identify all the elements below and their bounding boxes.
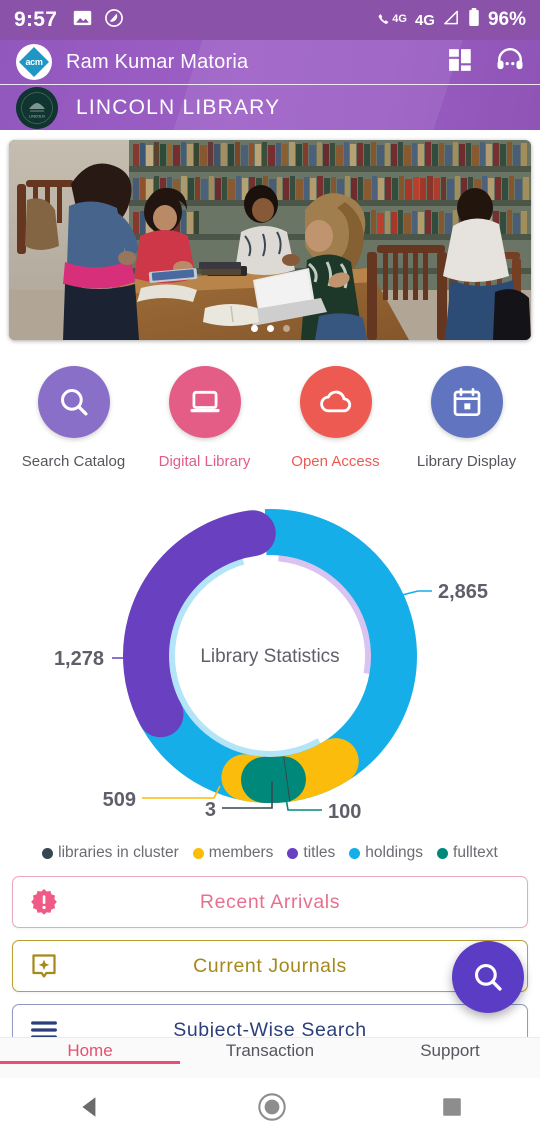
quick-action-open-access[interactable]: Open Access [270, 366, 401, 470]
battery-percent: 96% [487, 9, 526, 30]
legend-label: holdings [365, 844, 424, 861]
app-bar-actions [448, 47, 524, 78]
status-bar-system-icons: 4G 4G 96% [377, 8, 526, 32]
quick-action-label: Library Display [416, 453, 517, 470]
carousel-dot-2[interactable] [266, 325, 274, 332]
quick-action-label: Digital Library [158, 453, 251, 470]
phone-4g-icon: 4G [377, 13, 407, 28]
donut-center-label: Library Statistics [200, 646, 339, 667]
card-label: Recent Arrivals [199, 890, 341, 913]
screenshot-icon [105, 8, 124, 32]
headset-support-icon[interactable] [496, 47, 524, 78]
carousel-dots[interactable] [9, 325, 531, 332]
app-bar-user-row: acm Ram Kumar Matoria [0, 40, 540, 85]
quick-action-circle [37, 366, 110, 438]
app-screen: 9:57 4G 4G 96% acm Ram Kumar Matoria LIN… [0, 0, 540, 1140]
carousel-dot-3[interactable] [282, 325, 290, 332]
network-type: 4G [414, 11, 435, 29]
cloud-icon [319, 390, 351, 413]
leader-line-holdings [397, 590, 432, 597]
carousel-wrapper [0, 130, 540, 340]
acm-logo-icon: acm [16, 44, 52, 80]
legend-label: fulltext [453, 844, 498, 861]
status-bar: 9:57 4G 4G 96% [0, 0, 540, 40]
quick-action-label: Open Access [291, 453, 380, 470]
legend-swatch [192, 847, 204, 859]
library-seal-icon: LINCOLN [16, 86, 58, 129]
tab-home[interactable]: Home [0, 1038, 180, 1064]
quick-actions: Search Catalog Digital Library Open Acce… [0, 340, 540, 470]
home-icon[interactable] [257, 1092, 287, 1127]
legend-swatch [437, 847, 449, 859]
legend-item-holdings: holdings [349, 844, 423, 862]
donut-value-holdings: 2,865 [438, 581, 488, 603]
dashboard-grid-icon[interactable] [448, 47, 474, 78]
image-icon [73, 10, 92, 31]
calendar-icon [453, 388, 480, 416]
legend-label: libraries in cluster [58, 844, 179, 861]
donut-value-libraries: 3 [205, 799, 216, 821]
legend-swatch [287, 847, 299, 859]
legend-item-libraries: libraries in cluster [42, 844, 179, 862]
chart-legend: libraries in cluster members titles hold… [0, 844, 540, 862]
donut-value-titles: 1,278 [54, 648, 104, 670]
card-recent-arrivals[interactable]: Recent Arrivals [12, 876, 528, 928]
app-bar: acm Ram Kumar Matoria LINCOLN LINCOLN LI… [0, 40, 540, 130]
search-icon [474, 963, 502, 991]
search-fab-button[interactable] [452, 941, 524, 1013]
carousel-image [9, 140, 531, 340]
legend-label: titles [303, 844, 336, 861]
legend-label: members [208, 844, 274, 861]
search-icon [60, 389, 88, 416]
svg-text:LINCOLN: LINCOLN [29, 114, 45, 118]
donut-value-members: 509 [103, 789, 136, 811]
battery-icon [468, 8, 480, 32]
network-type-small: 4G [392, 12, 407, 25]
card-label: Current Journals [193, 954, 347, 977]
quick-action-library-display[interactable]: Library Display [401, 366, 532, 470]
quick-action-search-catalog[interactable]: Search Catalog [8, 366, 139, 470]
library-statistics-chart: Library Statistics 2,865 1,278 509 3 100 [0, 486, 540, 846]
status-bar-notification-icons [73, 8, 124, 32]
quick-action-digital-library[interactable]: Digital Library [139, 366, 270, 470]
user-name: Ram Kumar Matoria [66, 50, 249, 73]
library-name: LINCOLN LIBRARY [76, 95, 281, 119]
recents-icon[interactable] [441, 1096, 463, 1123]
carousel[interactable] [9, 140, 531, 340]
legend-item-fulltext: fulltext [437, 844, 498, 862]
signal-icon [443, 10, 460, 31]
donut-value-fulltext: 100 [328, 801, 361, 823]
quick-action-circle [299, 366, 372, 438]
quick-action-circle [168, 366, 241, 438]
quick-action-circle [430, 366, 503, 438]
legend-swatch [349, 847, 361, 859]
acm-logo-text: acm [25, 57, 43, 67]
status-bar-time: 9:57 [14, 8, 58, 31]
legend-swatch [42, 847, 54, 859]
card-current-journals[interactable]: Current Journals [12, 940, 528, 992]
bottom-tab-bar: Home Transaction Support [0, 1037, 540, 1078]
app-bar-library-row: LINCOLN LINCOLN LIBRARY [0, 85, 540, 130]
tab-support[interactable]: Support [360, 1038, 540, 1061]
android-nav-bar [0, 1078, 540, 1140]
legend-item-titles: titles [287, 844, 335, 862]
carousel-dot-1[interactable] [250, 325, 258, 332]
donut-chart-svg: Library Statistics 2,865 1,278 509 3 100 [54, 509, 488, 823]
quick-action-label: Search Catalog [21, 453, 126, 470]
legend-item-members: members [192, 844, 274, 862]
back-icon[interactable] [77, 1094, 103, 1125]
tab-transaction[interactable]: Transaction [180, 1038, 360, 1061]
laptop-icon [189, 390, 220, 413]
